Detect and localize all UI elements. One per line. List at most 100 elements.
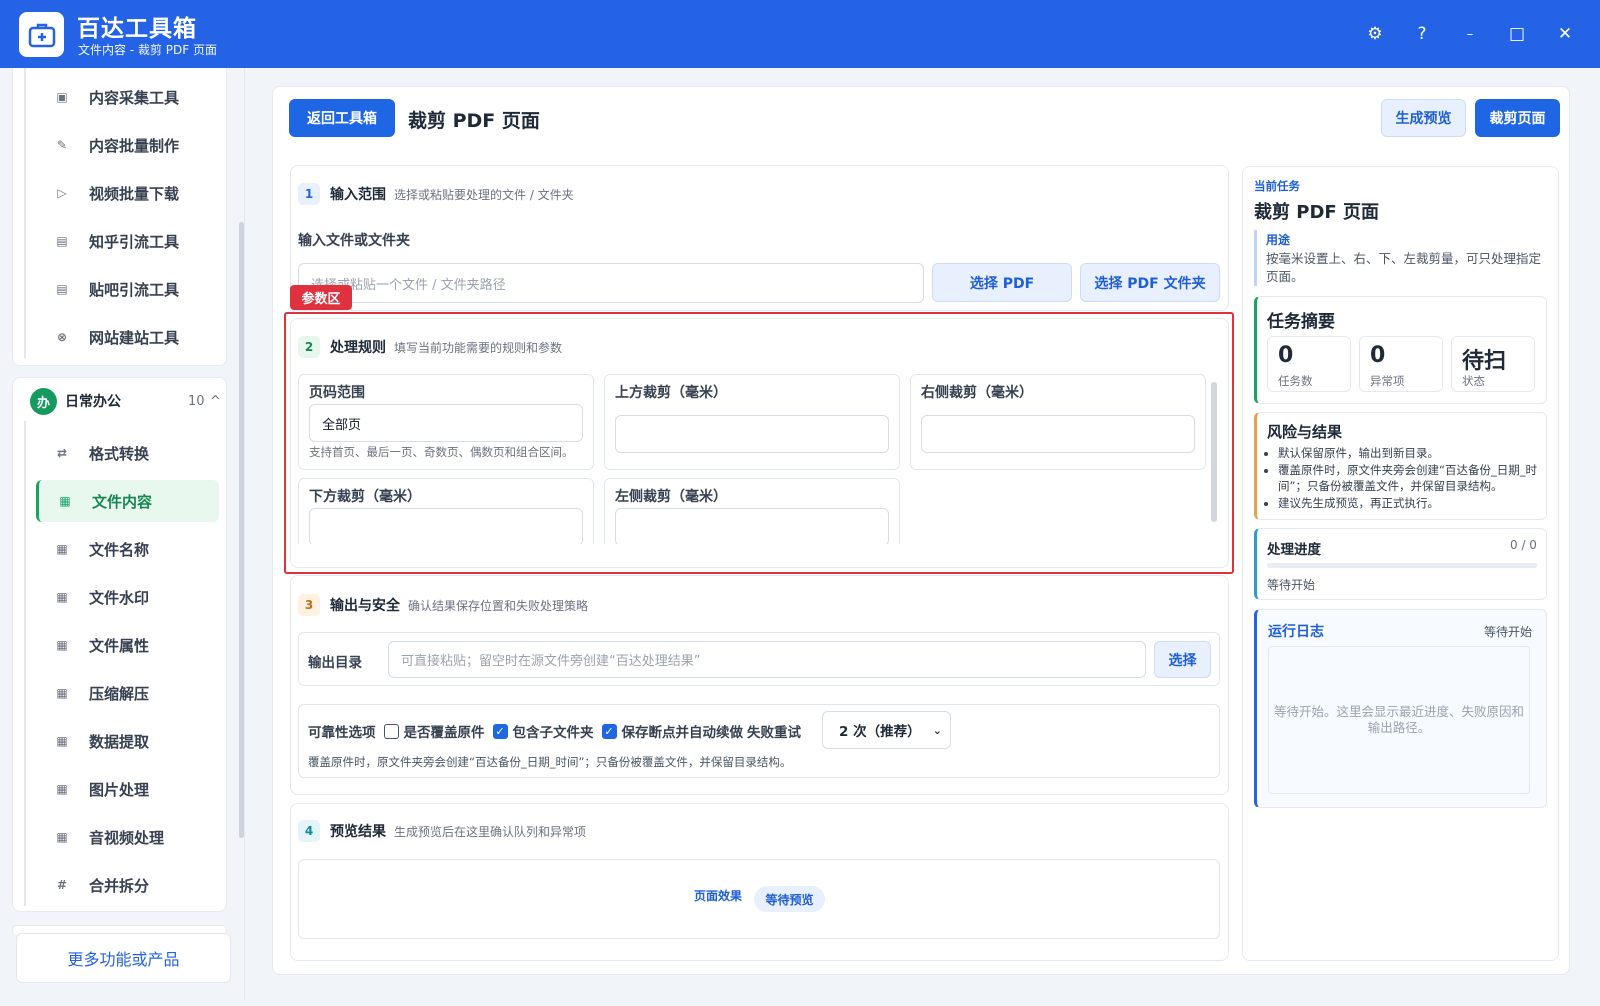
grid-icon: ▦	[59, 494, 71, 508]
app-logo-icon	[19, 12, 64, 57]
section-header: 4 预览结果 生成预览后在这里确认队列和异常项	[298, 820, 586, 842]
resume-label: 保存断点并自动续做	[621, 725, 744, 741]
sidebar-item-label: 知乎引流工具	[89, 232, 180, 251]
sidebar-item-media[interactable]: ▦ 音视频处理	[25, 816, 215, 858]
progress-title: 处理进度	[1267, 542, 1321, 558]
sidebar-item-properties[interactable]: ▦ 文件属性	[25, 624, 215, 666]
group-count: 10	[188, 393, 205, 409]
minimize-icon[interactable]: –	[1458, 22, 1482, 46]
preview-status-badge: 等待预览	[754, 886, 825, 912]
task-title: 裁剪 PDF 页面	[1254, 202, 1379, 223]
page-effect-label: 页面效果	[694, 889, 743, 903]
chevron-up-icon[interactable]: ^	[210, 394, 221, 409]
select-pdf-button[interactable]: 选择 PDF	[932, 263, 1072, 302]
left-crop-input[interactable]	[615, 508, 889, 544]
field-page-range: 页码范围 全部页 支持首页、最后一页、奇数页、偶数页和组合区间。	[298, 374, 594, 470]
grid-icon: ▦	[56, 542, 68, 556]
field-right-crop: 右侧裁剪（毫米）	[910, 374, 1206, 470]
sidebar-item-label: 音视频处理	[89, 828, 165, 847]
sidebar-item-label: 压缩解压	[89, 684, 150, 703]
field-help: 支持首页、最后一页、奇数页、偶数页和组合区间。	[309, 445, 574, 459]
log-output: 等待开始。这里会显示最近进度、失败原因和输出路径。	[1268, 646, 1530, 794]
log-title: 运行日志	[1268, 624, 1324, 640]
top-crop-input[interactable]	[615, 415, 889, 453]
right-crop-input[interactable]	[921, 415, 1195, 453]
sidebar-item-extract[interactable]: ▦ 数据提取	[25, 720, 215, 762]
field-left-crop: 左侧裁剪（毫米）	[604, 478, 900, 544]
sidebar-item-website[interactable]: ⊗ 网站建站工具	[25, 316, 215, 358]
output-select-button[interactable]: 选择	[1154, 641, 1211, 678]
overwrite-note: 覆盖原件时，原文件夹旁会创建“百达备份_日期_时间”；只备份被覆盖文件，并保留目…	[308, 755, 792, 769]
page-range-input[interactable]: 全部页	[309, 404, 583, 442]
globe-icon: ⊗	[56, 330, 68, 344]
field-label: 下方裁剪（毫米）	[309, 489, 421, 505]
risk-item: 建议先生成预览，再正式执行。	[1278, 495, 1544, 512]
input-field-label: 输入文件或文件夹	[298, 233, 410, 249]
sidebar-item-image[interactable]: ▦ 图片处理	[25, 768, 215, 810]
sidebar-item-tieba[interactable]: ▤ 贴吧引流工具	[25, 268, 215, 310]
sidebar-item-zhihu[interactable]: ▤ 知乎引流工具	[25, 220, 215, 262]
sidebar-item-label: 内容采集工具	[89, 88, 180, 107]
preview-button[interactable]: 生成预览	[1381, 99, 1466, 137]
step-number: 2	[298, 336, 320, 358]
help-icon[interactable]: ?	[1410, 22, 1434, 46]
field-label: 上方裁剪（毫米）	[615, 385, 727, 401]
section-desc: 选择或粘贴要处理的文件 / 文件夹	[394, 187, 574, 202]
risk-item: 默认保留原件，输出到新目录。	[1278, 445, 1544, 462]
sidebar-item-video-download[interactable]: ▷ 视频批量下载	[25, 172, 215, 214]
sidebar-item-label: 文件内容	[92, 492, 153, 511]
section-header: 1 输入范围 选择或粘贴要处理的文件 / 文件夹	[298, 183, 574, 205]
stat-value: 待扫	[1462, 349, 1507, 374]
output-label: 输出目录	[308, 655, 362, 671]
reliability-label: 可靠性选项	[308, 725, 376, 741]
section-title: 预览结果	[330, 824, 386, 840]
sidebar-item-compress[interactable]: ▦ 压缩解压	[25, 672, 215, 714]
retry-value: 2 次（推荐）	[839, 724, 921, 740]
more-products-button[interactable]: 更多功能或产品	[16, 933, 231, 983]
grid-icon: ▦	[56, 734, 68, 748]
crop-run-button[interactable]: 裁剪页面	[1475, 99, 1560, 137]
stat-error-count: 0 异常项	[1359, 336, 1443, 392]
sidebar-item-watermark[interactable]: ▦ 文件水印	[25, 576, 215, 618]
page-title: 裁剪 PDF 页面	[408, 110, 540, 132]
sidebar-item-file-name[interactable]: ▦ 文件名称	[25, 528, 215, 570]
field-label: 页码范围	[309, 385, 365, 401]
pen-icon: ✎	[56, 138, 68, 152]
select-folder-button[interactable]: 选择 PDF 文件夹	[1080, 263, 1220, 302]
maximize-icon[interactable]: □	[1505, 22, 1529, 46]
sidebar-group-header[interactable]: 办 日常办公 10 ^	[30, 386, 221, 416]
risk-title: 风险与结果	[1267, 423, 1343, 441]
settings-icon[interactable]: ⚙	[1363, 22, 1387, 46]
sidebar-item-format[interactable]: ⇄ 格式转换	[25, 432, 215, 474]
sidebar-item-file-content[interactable]: ▦ 文件内容	[36, 480, 219, 522]
app-subtitle: 文件内容 - 裁剪 PDF 页面	[78, 43, 217, 57]
swap-icon: ⇄	[56, 446, 68, 460]
close-icon[interactable]: ✕	[1553, 22, 1577, 46]
sidebar-scroll-thumb[interactable]	[239, 222, 244, 838]
section-title: 输入范围	[330, 187, 386, 203]
progress-count: 0 / 0	[1510, 538, 1537, 552]
retry-select[interactable]: 2 次（推荐） ⌄	[822, 711, 951, 749]
sidebar-item-label: 文件水印	[89, 588, 150, 607]
rules-scroll-area: 页码范围 全部页 支持首页、最后一页、奇数页、偶数页和组合区间。 上方裁剪（毫米…	[297, 372, 1210, 544]
field-label: 左侧裁剪（毫米）	[615, 489, 727, 505]
office-group-icon: 办	[30, 387, 57, 415]
subfolder-checkbox[interactable]: ✓	[492, 723, 508, 739]
sidebar-item-merge[interactable]: # 合并拆分	[25, 864, 215, 906]
back-button[interactable]: 返回工具箱	[289, 99, 395, 137]
output-dir-input[interactable]: 可直接粘贴；留空时在源文件旁创建“百达处理结果”	[388, 641, 1146, 678]
resume-checkbox[interactable]: ✓	[601, 723, 617, 739]
bottom-crop-input[interactable]	[309, 508, 583, 544]
reliability-options: 可靠性选项 是否覆盖原件 ✓ 包含子文件夹 ✓ 保存断点并自动续做 失败重试	[308, 721, 801, 741]
rules-scrollbar[interactable]	[1211, 382, 1217, 522]
sidebar-item-content-collect[interactable]: ▣ 内容采集工具	[25, 76, 215, 118]
section-title: 处理规则	[330, 340, 386, 356]
grid-icon: ▦	[56, 782, 68, 796]
stat-status: 待扫 状态	[1451, 336, 1535, 392]
field-top-crop: 上方裁剪（毫米）	[604, 374, 900, 470]
input-path-field[interactable]: 选择或粘贴一个文件 / 文件夹路径	[298, 263, 924, 303]
sidebar-item-batch-make[interactable]: ✎ 内容批量制作	[25, 124, 215, 166]
overwrite-checkbox[interactable]	[383, 723, 399, 739]
grid-icon: ▦	[56, 686, 68, 700]
section-desc: 确认结果保存位置和失败处理策略	[408, 598, 589, 613]
